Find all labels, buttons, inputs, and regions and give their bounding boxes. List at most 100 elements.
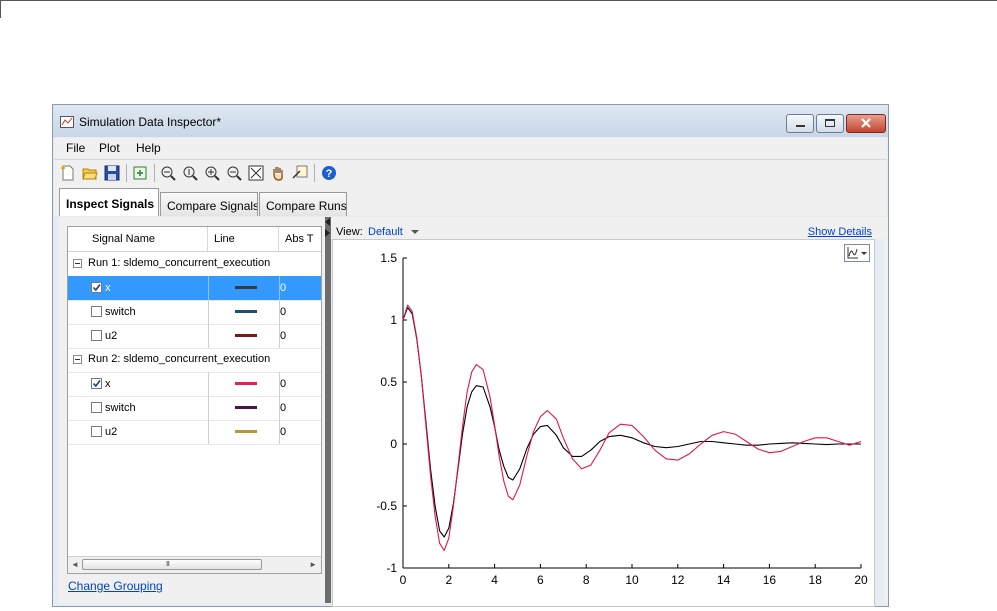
toolbar: ? (54, 159, 887, 187)
abs-tol-value: 0 (280, 378, 287, 390)
run-label: Run 2: sldemo_concurrent_execution (88, 353, 271, 365)
y-tick-label: -0.5 (376, 499, 397, 513)
line-cell[interactable] (208, 420, 279, 444)
col-signal-name[interactable]: Signal Name (92, 233, 155, 245)
collapse-left-icon[interactable] (325, 218, 330, 226)
tab-strip: Inspect Signals Compare Signals Compare … (54, 186, 887, 216)
signal-row[interactable]: u2 0 (68, 420, 321, 445)
signal-checkbox[interactable] (91, 282, 102, 293)
line-cell[interactable] (208, 276, 279, 300)
line-cell[interactable] (208, 396, 279, 420)
zoom-in-y-icon[interactable] (182, 165, 198, 181)
fit-to-view-icon[interactable] (248, 165, 264, 181)
line-swatch (235, 430, 257, 433)
run-group-row[interactable]: Run 1: sldemo_concurrent_execution (68, 252, 321, 277)
view-dropdown[interactable]: Default (368, 226, 403, 238)
minimize-button[interactable] (786, 114, 814, 133)
expand-right-icon[interactable] (325, 229, 330, 237)
tab-compare-runs[interactable]: Compare Runs (259, 192, 347, 216)
zoom-out-icon[interactable] (226, 165, 242, 181)
minimize-icon (796, 125, 805, 127)
column-divider[interactable] (278, 227, 279, 251)
scroll-thumb[interactable]: III (82, 559, 262, 570)
close-icon (861, 118, 871, 128)
line-cell[interactable] (208, 372, 279, 396)
toolbar-separator (126, 164, 127, 182)
menu-bar: File Plot Help (54, 138, 887, 158)
menu-plot[interactable]: Plot (99, 141, 120, 155)
signal-row[interactable]: switch 0 (68, 300, 321, 325)
signal-checkbox[interactable] (91, 330, 102, 341)
signal-row[interactable]: x0 (68, 276, 321, 301)
close-button[interactable] (846, 114, 886, 133)
signal-checkbox[interactable] (91, 426, 102, 437)
signal-checkbox[interactable] (91, 402, 102, 413)
horizontal-scrollbar[interactable]: ◄ III ► (68, 556, 321, 573)
scroll-grip: III (166, 561, 170, 568)
view-label: View: (336, 226, 363, 238)
toolbar-separator (154, 164, 155, 182)
y-tick-label: -1 (386, 561, 397, 575)
scroll-right-icon[interactable]: ► (309, 560, 317, 569)
signal-series-line-2 (402, 304, 862, 552)
plot-area[interactable]: 0 2 4 6 8 10 12 14 16 18 20 -1 -0.5 0 0.5 1 1.5 (332, 239, 875, 607)
abs-tol-cell[interactable]: 0 (279, 276, 321, 300)
abs-tol-value: 0 (280, 402, 287, 414)
tab-inspect-signals[interactable]: Inspect Signals (59, 188, 159, 216)
line-swatch (235, 406, 257, 409)
save-icon[interactable] (104, 165, 120, 181)
title-bar[interactable]: Simulation Data Inspector* (53, 105, 888, 137)
help-icon[interactable]: ? (321, 165, 337, 181)
new-session-icon[interactable] (60, 165, 76, 181)
abs-tol-cell[interactable]: 0 (279, 300, 321, 324)
x-tick-label: 12 (671, 573, 685, 587)
abs-tol-value: 0 (280, 426, 287, 438)
menu-file[interactable]: File (66, 141, 85, 155)
collapse-icon[interactable] (73, 355, 82, 364)
signal-row[interactable]: switch 0 (68, 396, 321, 421)
abs-tol-cell[interactable]: 0 (279, 372, 321, 396)
abs-tol-value: 0 (280, 306, 287, 318)
plot-options-button[interactable] (844, 244, 870, 262)
pane-splitter[interactable] (325, 217, 331, 603)
x-tick-label: 14 (717, 573, 731, 587)
page-left-notch (0, 0, 1, 18)
chevron-down-icon[interactable] (411, 230, 419, 234)
pan-icon[interactable] (270, 165, 286, 181)
data-cursor-icon[interactable] (292, 165, 308, 181)
signal-name: u2 (105, 330, 118, 342)
import-icon[interactable] (132, 165, 148, 181)
run-group-row[interactable]: Run 2: sldemo_concurrent_execution (68, 348, 321, 373)
signal-row[interactable]: x0 (68, 372, 321, 397)
line-swatch (235, 382, 257, 385)
tab-compare-signals[interactable]: Compare Signals (160, 192, 258, 216)
line-cell[interactable] (208, 324, 279, 348)
abs-tol-cell[interactable]: 0 (279, 396, 321, 420)
change-grouping-link[interactable]: Change Grouping (68, 579, 163, 593)
col-abs-tol[interactable]: Abs T (285, 233, 314, 245)
signal-row[interactable]: u2 0 (68, 324, 321, 349)
zoom-in-icon[interactable] (204, 165, 220, 181)
scroll-left-icon[interactable]: ◄ (71, 560, 79, 569)
maximize-button[interactable] (816, 114, 844, 133)
menu-help[interactable]: Help (136, 141, 161, 155)
column-divider[interactable] (207, 227, 208, 251)
show-details-link[interactable]: Show Details (808, 226, 872, 238)
zoom-in-time-icon[interactable] (160, 165, 176, 181)
signal-name: switch (105, 306, 136, 318)
line-cell[interactable] (208, 300, 279, 324)
signal-table: Signal Name Line Abs T Run 1: sldemo_con… (67, 226, 322, 574)
line-swatch (235, 286, 257, 289)
abs-tol-cell[interactable]: 0 (279, 324, 321, 348)
signal-checkbox[interactable] (91, 378, 102, 389)
collapse-icon[interactable] (73, 259, 82, 268)
open-icon[interactable] (82, 165, 98, 181)
signal-checkbox[interactable] (91, 306, 102, 317)
y-tick-label: 0 (390, 437, 397, 451)
abs-tol-cell[interactable]: 0 (279, 420, 321, 444)
col-line[interactable]: Line (214, 233, 235, 245)
signal-plot[interactable]: 0 2 4 6 8 10 12 14 16 18 20 -1 -0.5 0 0.5 1 1.5 (333, 240, 874, 606)
window-title: Simulation Data Inspector* (79, 115, 222, 129)
x-tick-label: 2 (445, 573, 452, 587)
x-tick-label: 0 (400, 573, 407, 587)
